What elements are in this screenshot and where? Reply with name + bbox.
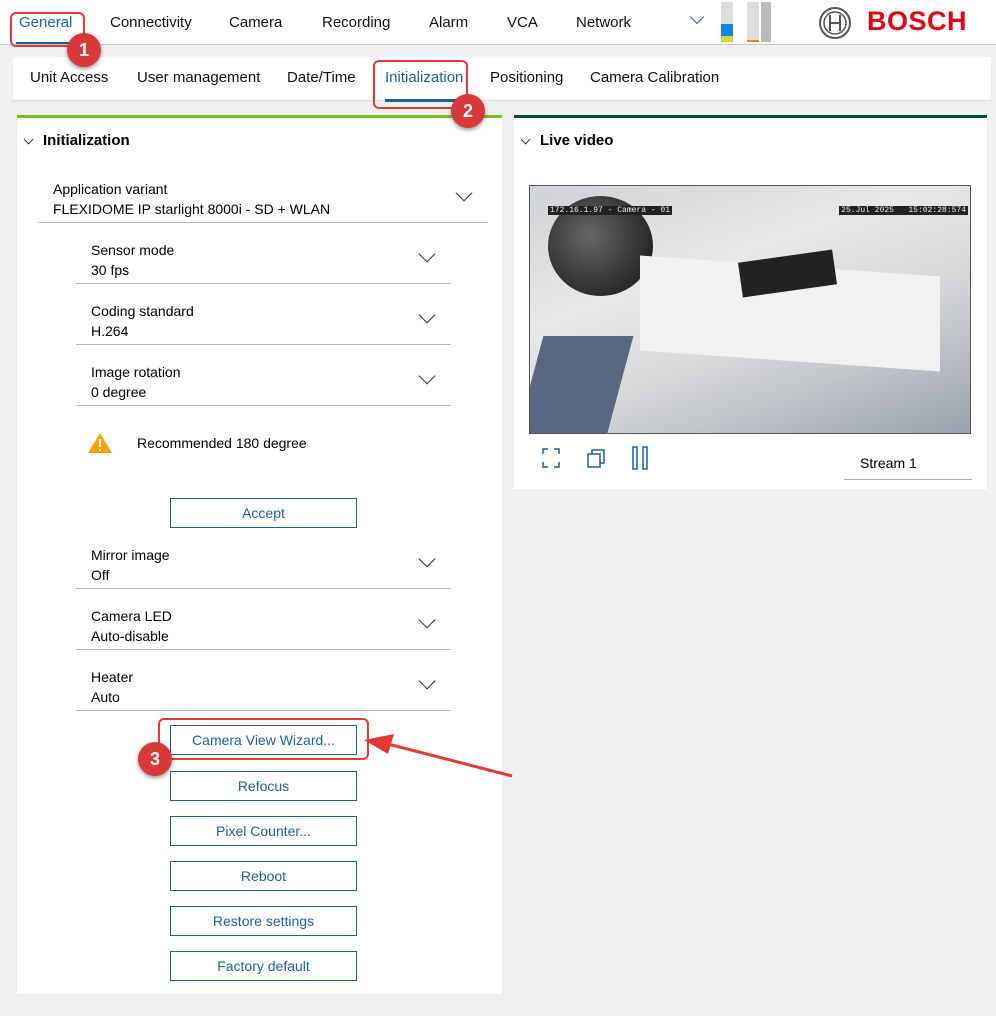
annotation-badge-3: 3 [138, 742, 172, 776]
brand-logo: BOSCH [867, 6, 968, 36]
tab-vca[interactable]: VCA [507, 14, 538, 31]
tab-alarm[interactable]: Alarm [429, 14, 468, 31]
warning-icon [88, 433, 112, 453]
video-overlay-camera: 172.16.1.97 - Camera - 01 [548, 206, 673, 215]
reboot-button[interactable]: Reboot [170, 861, 357, 891]
sensor-mode-select[interactable]: Sensor mode 30 fps [76, 242, 451, 284]
chevron-down-icon [455, 184, 473, 202]
initialization-panel: Initialization Application variant FLEXI… [17, 115, 502, 994]
field-label: Application variant [53, 181, 168, 197]
bosch-logo-icon [819, 7, 851, 39]
collapse-chevron-icon[interactable] [520, 134, 531, 145]
field-value: Auto [91, 689, 120, 705]
annotation-arrow-icon [364, 734, 513, 778]
panel-title: Initialization [43, 132, 130, 149]
accept-button[interactable]: Accept [170, 498, 357, 528]
chevron-down-icon [418, 306, 436, 324]
panel-title: Live video [540, 132, 614, 149]
field-value: 30 fps [91, 262, 130, 278]
subtab-date-time[interactable]: Date/Time [287, 69, 356, 86]
tab-network[interactable]: Network [576, 14, 631, 31]
chevron-down-icon [418, 367, 436, 385]
network-load-meter [747, 2, 759, 42]
subtab-positioning[interactable]: Positioning [490, 69, 563, 86]
field-label: Mirror image [91, 547, 170, 563]
stream-value: Stream 1 [860, 455, 917, 471]
field-label: Sensor mode [91, 242, 175, 258]
field-label: Camera LED [91, 608, 172, 624]
pause-icon[interactable] [632, 446, 650, 470]
annotation-badge-2: 2 [451, 94, 485, 128]
factory-default-button[interactable]: Factory default [170, 951, 357, 981]
floor-image [530, 336, 634, 433]
subtab-unit-access[interactable]: Unit Access [30, 69, 108, 86]
restore-settings-button[interactable]: Restore settings [170, 906, 357, 936]
field-value: 0 degree [91, 384, 147, 400]
cpu-load-meter [721, 2, 733, 42]
collapse-chevron-icon[interactable] [23, 134, 34, 145]
pixel-counter-button[interactable]: Pixel Counter... [170, 816, 357, 846]
camera-led-select[interactable]: Camera LED Auto-disable [76, 608, 451, 650]
field-value: H.264 [91, 323, 129, 339]
mirror-image-select[interactable]: Mirror image Off [76, 547, 451, 589]
snapshot-icon[interactable] [587, 448, 605, 468]
field-label: Heater [91, 669, 134, 685]
field-value: FLEXIDOME IP starlight 8000i - SD + WLAN [53, 201, 331, 217]
chevron-down-icon [418, 611, 436, 629]
video-overlay-timestamp: 25.Jul 2025 15:02:28:574 [839, 206, 968, 215]
subtab-camera-calibration[interactable]: Camera Calibration [590, 69, 719, 86]
chevron-down-icon [418, 245, 436, 263]
refocus-button[interactable]: Refocus [170, 771, 357, 801]
sub-nav: Unit Access User management Date/Time In… [13, 57, 991, 102]
chevron-down-icon [418, 672, 436, 690]
tab-camera[interactable]: Camera [229, 14, 282, 31]
heater-select[interactable]: Heater Auto [76, 669, 451, 711]
coding-standard-select[interactable]: Coding standard H.264 [76, 303, 451, 345]
application-variant-select[interactable]: Application variant FLEXIDOME IP starlig… [38, 181, 488, 223]
chevron-down-icon [418, 550, 436, 568]
stream-select[interactable]: Stream 1 [844, 446, 972, 480]
annotation-highlight-wizard [158, 718, 369, 760]
subtab-user-management[interactable]: User management [137, 69, 260, 86]
tab-connectivity[interactable]: Connectivity [110, 14, 192, 31]
field-value: Auto-disable [91, 628, 169, 644]
live-video-feed[interactable]: 172.16.1.97 - Camera - 01 25.Jul 2025 15… [529, 185, 971, 434]
top-nav: General Connectivity Camera Recording Al… [0, 0, 996, 45]
annotation-badge-1: 1 [67, 33, 101, 67]
storage-meter [761, 2, 771, 42]
field-label: Coding standard [91, 303, 194, 319]
warning-text: Recommended 180 degree [137, 435, 307, 451]
more-tabs-chevron-icon[interactable] [689, 9, 705, 25]
fullscreen-icon[interactable] [542, 448, 560, 468]
tab-recording[interactable]: Recording [322, 14, 390, 31]
field-value: Off [91, 567, 110, 583]
image-rotation-select[interactable]: Image rotation 0 degree [76, 364, 451, 406]
field-label: Image rotation [91, 364, 181, 380]
live-video-panel: Live video 172.16.1.97 - Camera - 01 25.… [514, 115, 987, 489]
